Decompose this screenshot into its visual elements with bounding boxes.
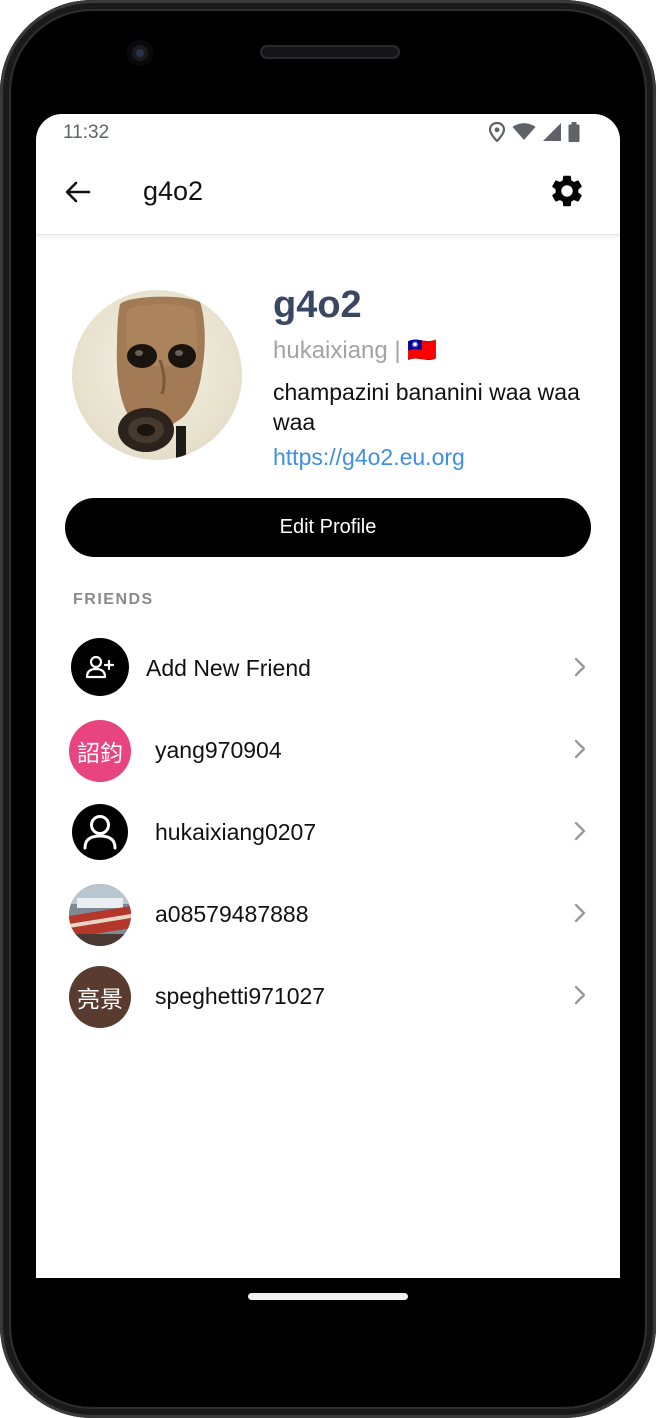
- friend-username: a08579487888: [155, 901, 309, 927]
- gas-mask-avatar-image: [116, 296, 205, 460]
- friend-row[interactable]: 詔鈞 yang970904: [66, 714, 596, 786]
- profile-bio: champazini bananini waa waa waa: [273, 379, 580, 435]
- friend-row[interactable]: 亮景 speghetti971027: [66, 960, 596, 1032]
- friends-section-title: FRIENDS: [73, 591, 154, 608]
- edit-profile-button[interactable]: Edit Profile: [65, 498, 591, 557]
- friend-username: speghetti971027: [155, 983, 326, 1009]
- profile-website-link[interactable]: https://g4o2.eu.org: [273, 444, 465, 471]
- friend-photo-avatar: [69, 884, 131, 946]
- friend-row[interactable]: a08579487888: [66, 878, 596, 950]
- arrow-left-icon[interactable]: [62, 176, 94, 208]
- wifi-icon: [512, 123, 536, 140]
- chevron-right-icon: [574, 739, 586, 759]
- location-icon: [488, 122, 506, 142]
- battery-icon: [568, 122, 580, 142]
- add-new-friend-row[interactable]: Add New Friend: [66, 632, 596, 704]
- default-user-avatar-icon: [72, 804, 128, 860]
- home-indicator[interactable]: [248, 1293, 408, 1300]
- country-flag: 🇹🇼: [407, 337, 438, 364]
- friend-avatar: 亮景: [69, 966, 131, 1028]
- profile-display-name: g4o2: [273, 284, 362, 326]
- status-bar: 11:32: [36, 114, 620, 152]
- chevron-right-icon: [574, 821, 586, 841]
- profile-username: hukaixiang: [273, 337, 388, 364]
- signal-icon: [543, 123, 561, 141]
- friend-username: yang970904: [155, 737, 282, 763]
- phone-frame: 11:32 g4o2 g4o2 hukaixiang | 🇹🇼 champazi…: [0, 0, 656, 1418]
- friend-username: hukaixiang0207: [155, 819, 317, 845]
- friend-row[interactable]: hukaixiang0207: [66, 796, 596, 868]
- front-camera: [127, 40, 153, 66]
- app-bar: g4o2: [36, 152, 620, 235]
- app-screen: 11:32 g4o2 g4o2 hukaixiang | 🇹🇼 champazi…: [36, 114, 620, 1278]
- chevron-right-icon: [574, 657, 586, 677]
- add-user-icon: [71, 638, 129, 696]
- avatar-initials: 亮景: [77, 986, 123, 1012]
- gear-icon[interactable]: [548, 172, 586, 210]
- separator: |: [394, 337, 401, 364]
- chevron-right-icon: [574, 903, 586, 923]
- chevron-right-icon: [574, 985, 586, 1005]
- friend-avatar: 詔鈞: [69, 720, 131, 782]
- avatar-initials: 詔鈞: [77, 740, 123, 766]
- profile-username-line: hukaixiang | 🇹🇼: [273, 336, 437, 365]
- page-title: g4o2: [143, 176, 204, 206]
- profile-avatar: [72, 290, 242, 460]
- add-new-friend-label: Add New Friend: [146, 655, 311, 681]
- status-time: 11:32: [63, 122, 110, 143]
- status-icons: [488, 122, 580, 142]
- earpiece-speaker: [260, 45, 400, 59]
